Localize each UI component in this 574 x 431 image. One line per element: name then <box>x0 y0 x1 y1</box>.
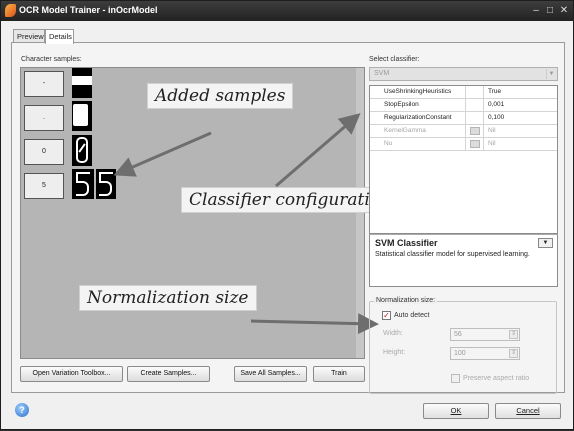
property-name: RegularizationConstant <box>370 112 466 124</box>
resize-grip-icon[interactable] <box>567 421 573 427</box>
property-row[interactable]: KernelGamma Nil <box>370 125 557 138</box>
sample-char-box[interactable]: 5 <box>24 173 64 199</box>
property-name: KernelGamma <box>370 125 466 137</box>
character-samples-label: Character samples: <box>21 56 82 63</box>
height-value: 100 <box>454 350 466 357</box>
ok-button-label: OK <box>450 406 462 415</box>
property-cell <box>466 99 484 111</box>
property-value[interactable]: Nil <box>488 125 496 137</box>
height-label: Height: <box>383 349 406 356</box>
property-name: UseShrinkingHeuristics <box>370 86 466 98</box>
sample-char-box[interactable]: 0 <box>24 139 64 165</box>
property-row[interactable]: UseShrinkingHeuristics True <box>370 86 557 99</box>
width-label: Width: <box>383 330 403 337</box>
sample-image-dot[interactable] <box>72 101 92 131</box>
property-value[interactable]: True <box>488 86 501 98</box>
property-value[interactable]: Nil <box>488 138 496 150</box>
sample-image-dash[interactable] <box>72 68 92 98</box>
added-samples-callout: Added samples <box>147 83 294 109</box>
property-name: StopEpsilon <box>370 99 466 111</box>
cancel-button[interactable]: Cancel <box>495 403 561 419</box>
classifier-configuration-callout: Classifier configuration <box>181 187 399 213</box>
width-stepper[interactable]: 56 ⇕ <box>450 328 520 341</box>
tab-details[interactable]: Details <box>45 29 74 44</box>
property-row[interactable]: Nu Nil <box>370 138 557 151</box>
sample-image-five[interactable] <box>96 169 116 199</box>
property-row[interactable]: StopEpsilon 0,001 <box>370 99 557 112</box>
normalization-size-callout: Normalization size <box>79 285 257 311</box>
property-name: Nu <box>370 138 466 150</box>
classifier-property-grid[interactable]: UseShrinkingHeuristics True StopEpsilon … <box>369 85 558 234</box>
create-samples-button[interactable]: Create Samples... <box>127 366 210 382</box>
auto-detect-checkbox[interactable]: ✓ <box>382 311 391 320</box>
title-bar[interactable]: OCR Model Trainer - inOcrModel – □ ✕ <box>1 1 573 21</box>
property-cell <box>466 86 484 98</box>
sample-image-five[interactable] <box>72 169 94 199</box>
maximize-button[interactable]: □ <box>543 4 557 17</box>
classifier-description-panel: SVM Classifier ▼ Statistical classifier … <box>369 234 558 287</box>
minimize-button[interactable]: – <box>529 4 543 17</box>
select-classifier-label: Select classifier: <box>369 56 420 63</box>
flame-icon <box>5 4 16 17</box>
classifier-select-value: SVM <box>374 70 390 77</box>
sample-image-zero[interactable] <box>72 135 92 166</box>
window-title: OCR Model Trainer - inOcrModel <box>19 5 158 15</box>
preserve-aspect-ratio-checkbox[interactable] <box>451 374 460 383</box>
property-cell <box>466 112 484 124</box>
width-value: 56 <box>454 331 462 338</box>
chevron-down-icon[interactable]: ▼ <box>538 238 553 248</box>
save-all-samples-button[interactable]: Save All Samples... <box>234 366 307 382</box>
train-button[interactable]: Train <box>313 366 365 382</box>
auto-detect-label[interactable]: Auto detect <box>394 312 429 319</box>
classifier-description-text: Statistical classifier model for supervi… <box>375 251 530 258</box>
property-row[interactable]: RegularizationConstant 0,100 <box>370 112 557 125</box>
classifier-description-title: SVM Classifier <box>375 238 438 248</box>
tab-preview[interactable]: Preview <box>13 29 45 43</box>
property-value[interactable]: 0,001 <box>488 99 504 111</box>
stepper-arrows-icon[interactable]: ⇕ <box>509 330 518 339</box>
normalization-size-label: Normalization size: <box>374 297 438 304</box>
preserve-aspect-ratio-label[interactable]: Preserve aspect ratio <box>463 375 529 382</box>
classifier-select[interactable]: SVM ▼ <box>369 67 558 81</box>
property-toggle-button[interactable] <box>466 138 484 150</box>
help-icon[interactable]: ? <box>15 403 29 417</box>
sample-char-box[interactable]: - <box>24 71 64 97</box>
property-value[interactable]: 0,100 <box>488 112 504 124</box>
cancel-button-label: Cancel <box>516 406 540 415</box>
ok-button[interactable]: OK <box>423 403 489 419</box>
property-toggle-button[interactable] <box>466 125 484 137</box>
height-stepper[interactable]: 100 ⇕ <box>450 347 520 360</box>
close-button[interactable]: ✕ <box>557 4 571 17</box>
chevron-down-icon[interactable]: ▼ <box>546 69 556 79</box>
character-samples-list[interactable]: - . 0 5 <box>20 67 365 359</box>
ocr-model-trainer-window: OCR Model Trainer - inOcrModel – □ ✕ Pre… <box>0 0 574 430</box>
sample-char-box[interactable]: . <box>24 105 64 131</box>
stepper-arrows-icon[interactable]: ⇕ <box>509 349 518 358</box>
samples-scrollbar[interactable] <box>356 68 364 358</box>
open-variation-toolbox-button[interactable]: Open Variation Toolbox... <box>20 366 123 382</box>
